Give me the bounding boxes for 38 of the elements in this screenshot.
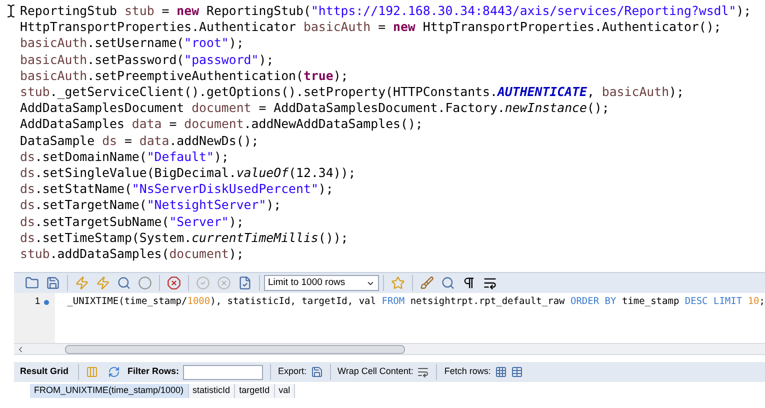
code-line: basicAuth.setPreemptiveAuthentication(true); xyxy=(20,68,348,84)
fetch-next-icon[interactable] xyxy=(494,366,507,378)
column-header[interactable]: val xyxy=(274,384,296,398)
line-marker-icon xyxy=(44,300,50,305)
code-line: ds.setTargetSubName("Server"); xyxy=(20,214,244,230)
code-line: AddDataSamplesDocument document = AddDataSamplesDocument.Factory.newInstance(); xyxy=(20,100,610,116)
limit-select[interactable]: Limit to 1000 rows xyxy=(264,275,379,291)
code-line: stub.addDataSamples(document); xyxy=(20,246,244,262)
scroll-left-icon[interactable] xyxy=(16,344,25,354)
refresh-icon[interactable] xyxy=(108,366,120,378)
code-line: ds.setTargetName("NetsightServer"); xyxy=(20,197,282,214)
code-line: basicAuth.setPassword("password"); xyxy=(20,52,274,68)
filter-label: Filter Rows: xyxy=(128,365,180,378)
code-line: ds.setTimeStamp(System.currentTimeMillis()); xyxy=(20,230,348,246)
code-line: stub._getServiceClient().getOptions().setProperty(HTTPConstants.AUTHENTICATE, basicAuth); xyxy=(20,84,684,100)
code-line: ds.setSingleValue(BigDecimal.valueOf(12.34)); xyxy=(20,165,356,182)
column-header[interactable]: targetId xyxy=(235,384,275,398)
code-line: ds.setStatName("NsServerDiskUsedPercent"); xyxy=(20,181,334,198)
export-label: Export: xyxy=(278,365,307,378)
code-line: AddDataSamples data = document.addNewAddDataSamples(); xyxy=(20,116,423,133)
export-icon[interactable] xyxy=(310,366,323,378)
horizontal-scrollbar[interactable] xyxy=(14,343,765,355)
result-grid-tab[interactable]: Result Grid xyxy=(18,365,71,379)
code-line: basicAuth.setUsername("root"); xyxy=(20,35,244,52)
sql-line: _UNIXTIME(time_stamp/1000), statisticId, targetId, val FROM netsightrpt.rpt_default_raw ORDER BY time_stamp DESC LIMIT 10; xyxy=(66,295,765,309)
column-header[interactable]: FROM_UNIXTIME(time_stamp/1000) xyxy=(30,384,189,398)
code-line: ReportingStub stub = new ReportingStub("https://192.168.30.34:8443/axis/services/Reporting?wsdl"); xyxy=(20,3,752,20)
code-line: ds.setDomainName("Default"); xyxy=(20,148,229,166)
fetch-all-icon[interactable] xyxy=(510,366,523,378)
fetch-label: Fetch rows: xyxy=(444,365,491,378)
column-header[interactable]: statisticId xyxy=(188,384,236,398)
scrollbar-thumb[interactable] xyxy=(65,344,405,354)
line-number: 1 xyxy=(34,295,40,309)
code-line: HttpTransportProperties.Authenticator basicAuth = new HttpTransportProperties.Authenticator(); xyxy=(20,19,722,36)
wrap-label: Wrap Cell Content: xyxy=(338,365,414,378)
code-line: DataSample ds = data.addNewDs(); xyxy=(20,132,259,149)
filter-field[interactable] xyxy=(183,364,264,380)
wrap-cell-icon[interactable] xyxy=(417,366,430,378)
